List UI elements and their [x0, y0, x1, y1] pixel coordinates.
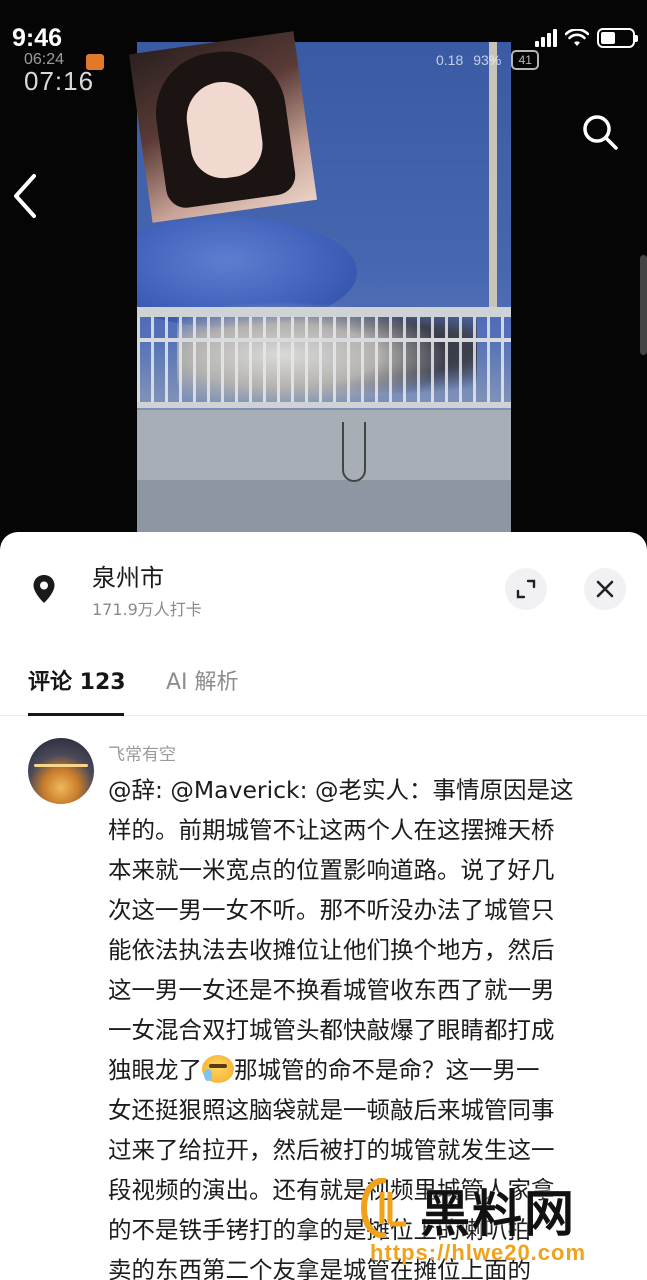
comment-username[interactable]: 飞常有空	[108, 740, 176, 765]
tab-bar: 评论 123 AI 解析	[0, 652, 647, 716]
location-checkin-count: 171.9万人打卡	[92, 600, 202, 619]
comment-line: 女还挺狠照这脑袋就是一顿敲后来城管同事	[108, 1096, 555, 1124]
search-icon[interactable]	[580, 112, 620, 152]
avatar[interactable]	[28, 738, 94, 804]
comment-line: 样的。前期城管不让这两个人在这摆摊天桥	[108, 816, 555, 844]
inner-status-left: 06:24 07:16	[24, 52, 95, 96]
laugh-cry-emoji-icon	[202, 1055, 234, 1083]
inner-notification-badge	[86, 54, 104, 70]
comment-line: 本来就一米宽点的位置影响道路。说了好几	[108, 856, 555, 884]
tab-comments[interactable]: 评论 123	[28, 664, 126, 696]
expand-button[interactable]	[505, 568, 547, 610]
video-bridge-deck	[137, 410, 511, 480]
location-pin-icon	[33, 575, 55, 603]
video-railing-low	[137, 402, 511, 408]
inner-battery-percent: 93%	[473, 52, 502, 68]
back-chevron-icon[interactable]	[10, 172, 40, 220]
location-name: 泉州市	[92, 564, 164, 592]
video-bridge-base	[137, 480, 511, 532]
video-pole	[489, 42, 497, 312]
status-time: 9:46	[12, 24, 63, 52]
watermark-logo-icon	[360, 1178, 406, 1238]
battery-icon	[597, 28, 638, 48]
close-icon	[596, 580, 614, 598]
wifi-icon	[565, 29, 589, 46]
comments-sheet: 泉州市 171.9万人打卡 评论 123 AI 解析 飞常有空 @辞: @Mav…	[0, 532, 647, 1280]
status-icons	[535, 28, 638, 48]
inner-battery-box: 41	[511, 50, 540, 70]
location-header[interactable]: 泉州市 171.9万人打卡	[0, 532, 647, 632]
video-wire	[342, 422, 366, 482]
watermark: 黑料网 https://hlwe20.com	[350, 1170, 640, 1280]
video-player[interactable]: 9:46 06:24 07:16 0.18 93% 41	[0, 0, 647, 545]
watermark-url: https://hlwe20.com	[370, 1240, 587, 1265]
comment-line: 一女混合双打城管头都快敲爆了眼睛都打成	[108, 1016, 555, 1044]
video-railing-top	[137, 307, 511, 317]
signal-icon	[535, 29, 557, 47]
inner-speed: 0.18	[436, 52, 464, 68]
video-railing-mid	[137, 338, 511, 342]
comment-line: 能依法执法去收摊位让他们换个地方，然后	[108, 936, 555, 964]
comment-line-part: 独眼龙了	[108, 1056, 202, 1084]
comment-line: 过来了给拉开，然后被打的城管就发生这一	[108, 1136, 555, 1164]
watermark-title: 黑料网	[420, 1185, 576, 1243]
active-tab-indicator	[28, 713, 124, 716]
comment-line-part: 那城管的命不是命？这一男一	[234, 1056, 540, 1084]
expand-icon	[516, 579, 536, 599]
side-scroll-handle[interactable]	[640, 255, 647, 355]
close-button[interactable]	[584, 568, 626, 610]
comment-line: @辞: @Maverick: @老实人：事情原因是这	[108, 776, 574, 804]
video-railing-bars	[137, 317, 511, 405]
tab-ai-analysis[interactable]: AI 解析	[166, 664, 239, 696]
comment-line: 次这一男一女不听。那不听没办法了城管只	[108, 896, 555, 924]
comment-line: 这一男一女还是不换看城管收东西了就一男	[108, 976, 555, 1004]
inner-status-right: 0.18 93% 41	[436, 50, 540, 70]
inner-time: 07:16	[24, 66, 95, 96]
pip-overlay-image	[128, 31, 318, 223]
comment-line: 独眼龙了 那城管的命不是命？这一男一	[108, 1050, 618, 1090]
